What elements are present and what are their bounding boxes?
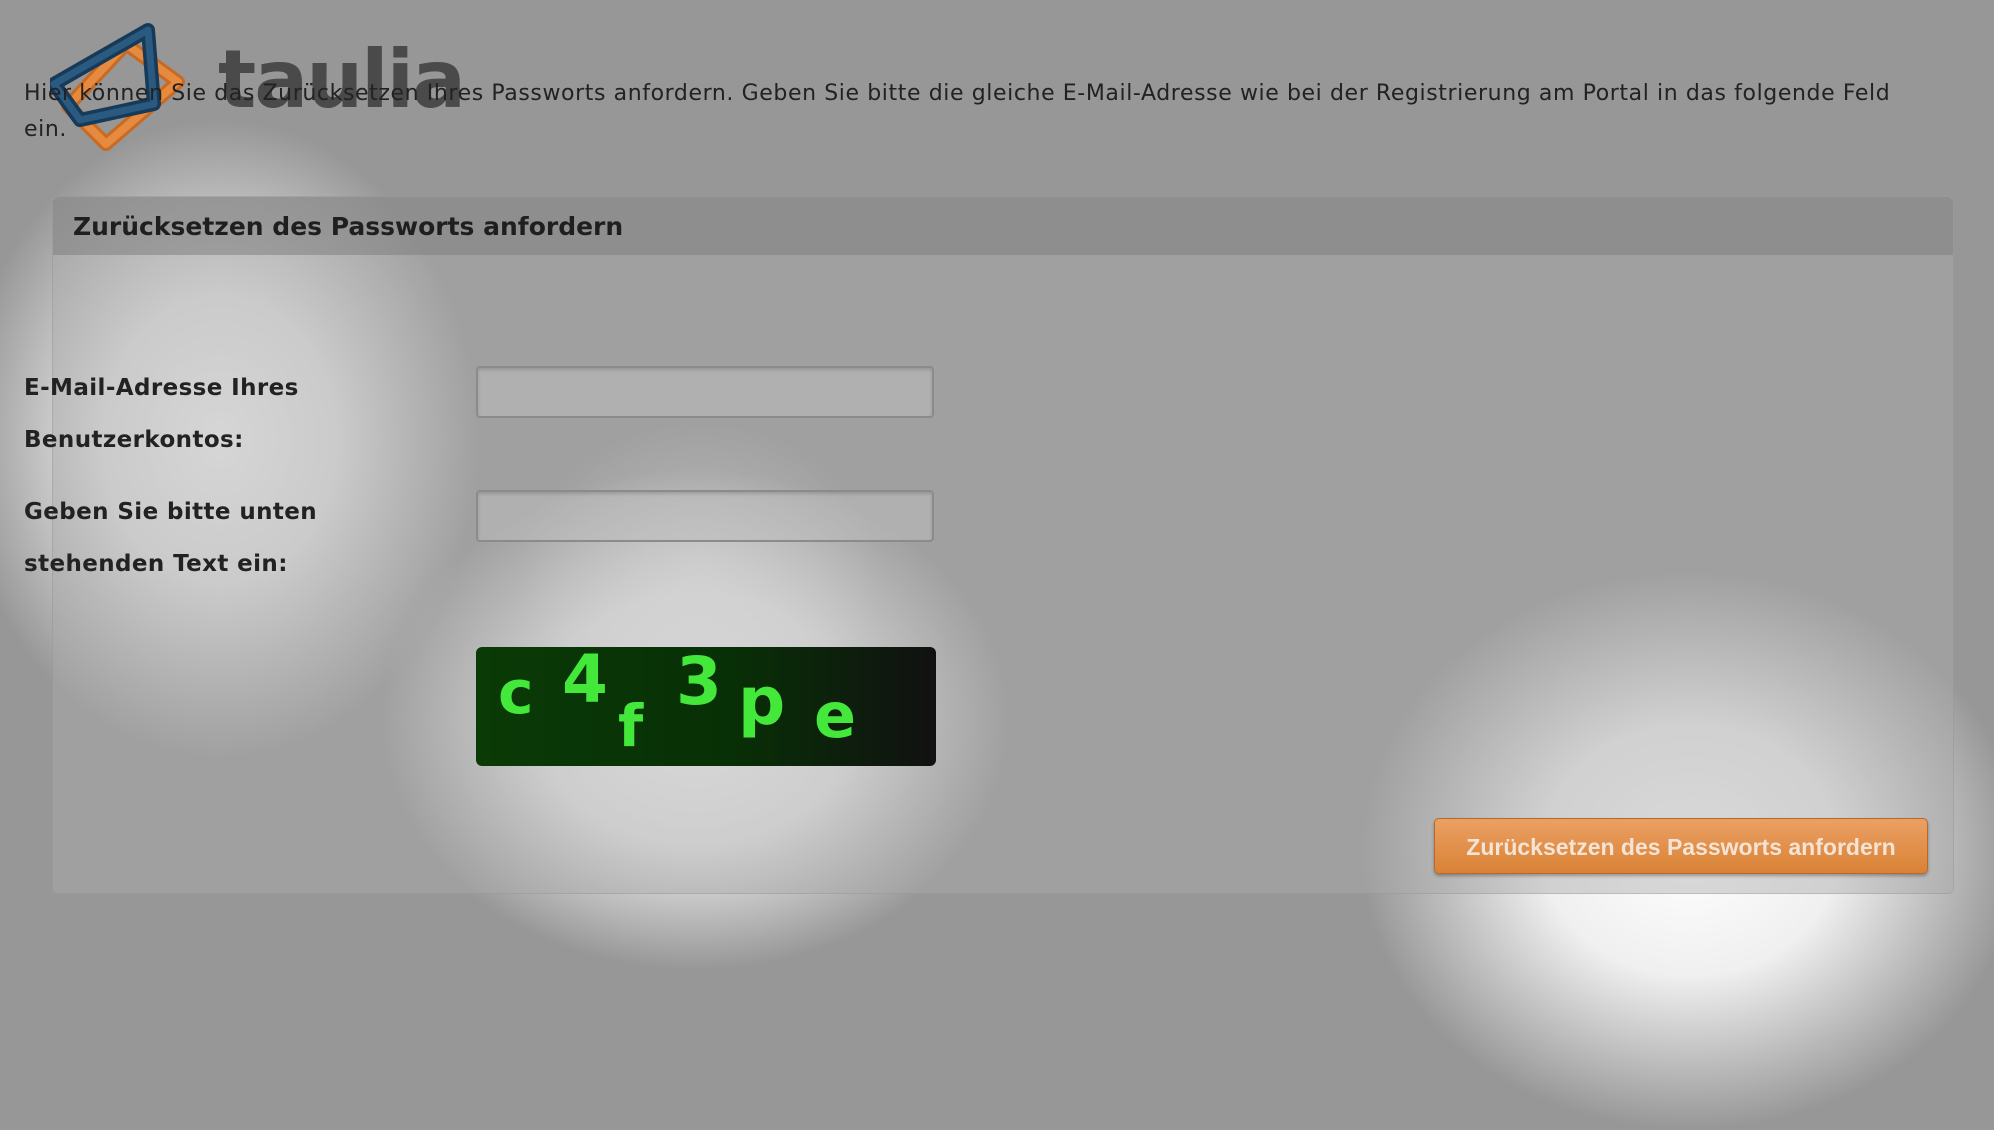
request-reset-button[interactable]: Zurücksetzen des Passworts anfordern	[1434, 818, 1928, 874]
captcha-label: Geben Sie bitte unten stehenden Text ein…	[24, 499, 318, 577]
captcha-char: 4	[562, 647, 608, 718]
intro-text: Hier können Sie das Zurücksetzen Ihres P…	[24, 81, 1891, 142]
captcha-char: f	[618, 692, 644, 760]
panel-header: Zurücksetzen des Passworts anfordern	[53, 197, 1953, 255]
captcha-char: e	[814, 679, 857, 752]
email-label: E-Mail-Adresse Ihres Benutzerkontos:	[24, 375, 299, 453]
email-field[interactable]	[476, 366, 934, 418]
captcha-input[interactable]	[476, 490, 934, 542]
captcha-image: c 4 f 3 p e	[476, 647, 936, 766]
captcha-char: p	[738, 663, 786, 740]
captcha-char: c	[498, 658, 534, 728]
captcha-char: 3	[676, 647, 722, 720]
panel-title: Zurücksetzen des Passworts anfordern	[73, 212, 624, 241]
